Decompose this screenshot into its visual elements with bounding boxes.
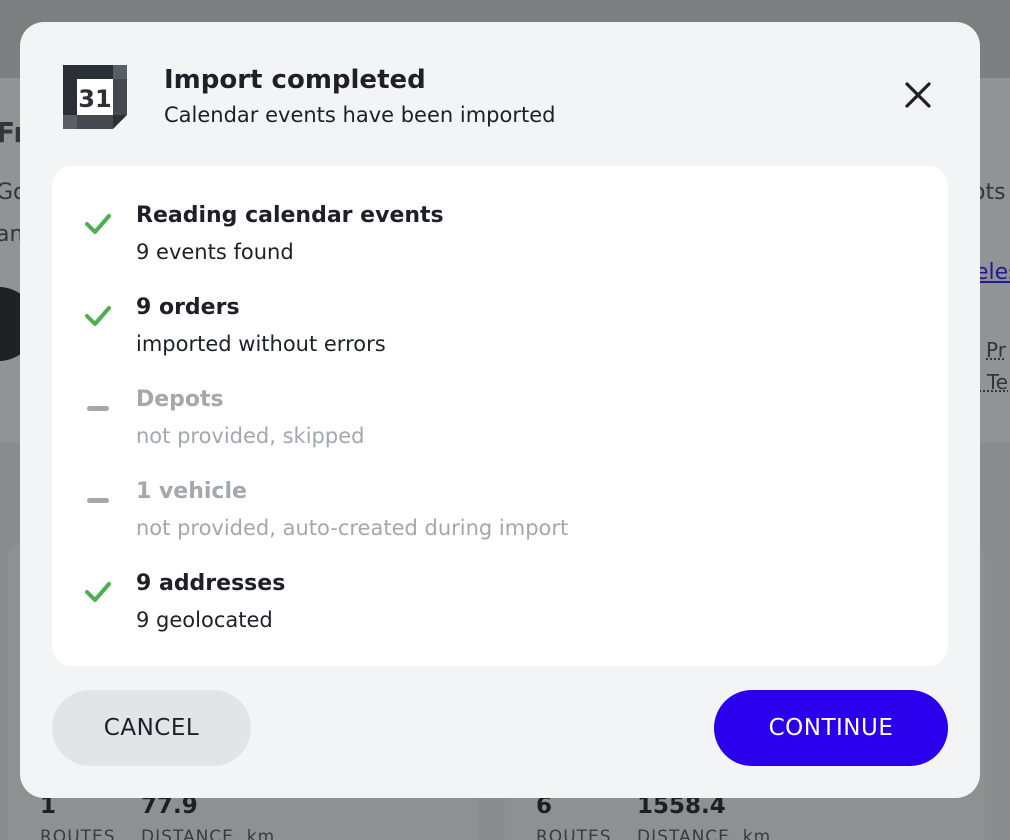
background-text-line: Pr [986,338,1006,362]
dialog-subtitle: Calendar events have been imported [164,103,556,127]
step-title: Depots [136,387,224,412]
routes-label: ROUTES [40,827,116,840]
close-icon [905,82,931,108]
step-detail: not provided, skipped [136,424,365,448]
import-completed-dialog: 31 Import completed Calendar events have… [20,22,980,798]
cancel-button[interactable]: CANCEL [52,690,251,766]
dialog-title: Import completed [164,65,426,95]
close-button[interactable] [897,74,939,116]
step-detail: imported without errors [136,332,386,356]
step-detail: not provided, auto-created during import [136,516,569,540]
step-title: 1 vehicle [136,479,247,504]
check-icon [82,208,114,240]
check-icon [82,300,114,332]
step-title: 9 addresses [136,571,286,596]
routes-stat: 6 ROUTES [536,792,612,840]
step-reading-calendar-events: Reading calendar events 9 events found [52,198,948,270]
calendar-day: 31 [78,85,111,113]
step-title: 9 orders [136,295,240,320]
step-detail: 9 events found [136,240,294,264]
step-title: Reading calendar events [136,203,444,228]
check-icon [82,576,114,608]
continue-button[interactable]: CONTINUE [714,690,948,766]
import-steps-panel: Reading calendar events 9 events found 9… [52,166,948,666]
step-addresses: 9 addresses 9 geolocated [52,566,948,638]
distance-stat: 77.9 DISTANCE, km [141,792,275,840]
step-detail: 9 geolocated [136,608,273,632]
routes-stat: 1 ROUTES [40,792,116,840]
step-depots: Depots not provided, skipped [52,382,948,454]
background-link: eles [975,260,1010,285]
calendar-icon: 31 [63,65,127,129]
dash-icon [82,484,114,516]
distance-label: DISTANCE, km [141,827,276,840]
dash-icon [82,392,114,424]
routes-label: ROUTES [536,827,612,840]
step-vehicle: 1 vehicle not provided, auto-created dur… [52,474,948,546]
distance-label: DISTANCE, km [637,827,772,840]
step-orders: 9 orders imported without errors [52,290,948,362]
distance-stat: 1558.4 DISTANCE, km [637,792,771,840]
